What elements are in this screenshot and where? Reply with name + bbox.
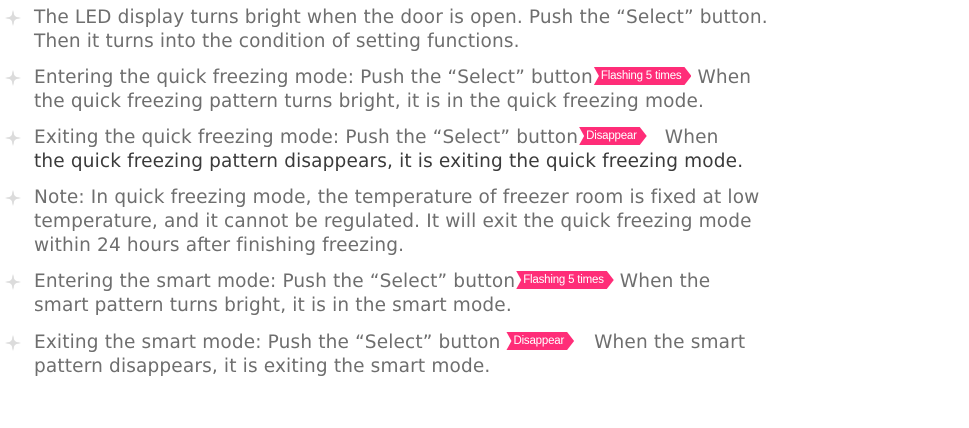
text-line: pattern disappears, it is exiting the sm…	[34, 356, 491, 377]
disappear-arrow-badge: Disappear	[579, 127, 647, 145]
text-line: Entering the quick freezing mode: Push t…	[34, 66, 969, 90]
text-line: the quick freezing pattern turns bright,…	[34, 91, 705, 112]
text-line: Exiting the quick freezing mode: Push th…	[34, 126, 969, 150]
text-before-arrow: Exiting the smart mode: Push the “Select…	[34, 332, 501, 353]
text-line: the quick freezing pattern disappears, i…	[34, 151, 744, 172]
instruction-text: Exiting the quick freezing mode: Push th…	[34, 126, 969, 174]
diamond-bullet-icon	[5, 70, 21, 86]
instruction-text: Exiting the smart mode: Push the “Select…	[34, 331, 969, 379]
diamond-bullet-icon	[5, 10, 21, 26]
diamond-bullet-icon	[5, 335, 21, 351]
text-after-arrow: When	[697, 67, 752, 88]
text-after-arrow: When the	[619, 271, 711, 292]
text-line: Then it turns into the condition of sett…	[34, 31, 520, 52]
disappear-arrow-badge: Disappear	[506, 332, 574, 350]
diamond-bullet-icon	[5, 130, 21, 146]
diamond-bullet-icon	[5, 274, 21, 290]
text-line: within 24 hours after finishing freezing…	[34, 235, 405, 256]
instruction-text: Entering the smart mode: Push the “Selec…	[34, 270, 969, 318]
text-before-arrow: Entering the smart mode: Push the “Selec…	[34, 271, 516, 292]
diamond-bullet-icon	[5, 190, 21, 206]
text-line: The LED display turns bright when the do…	[34, 7, 768, 28]
flashing-arrow-badge: Flashing 5 times	[516, 271, 614, 289]
text-line: temperature, and it cannot be regulated.…	[34, 211, 752, 232]
text-after-arrow: When	[664, 127, 719, 148]
text-line: Exiting the smart mode: Push the “Select…	[34, 331, 969, 355]
text-before-arrow: Exiting the quick freezing mode: Push th…	[34, 127, 579, 148]
text-before-arrow: Entering the quick freezing mode: Push t…	[34, 67, 593, 88]
text-line: smart pattern turns bright, it is in the…	[34, 295, 512, 316]
flashing-arrow-badge: Flashing 5 times	[594, 67, 692, 85]
instruction-text: Note: In quick freezing mode, the temper…	[34, 186, 969, 258]
text-after-arrow: When the smart	[594, 332, 746, 353]
text-line: Note: In quick freezing mode, the temper…	[34, 187, 760, 208]
text-line: Entering the smart mode: Push the “Selec…	[34, 270, 969, 294]
instruction-text: The LED display turns bright when the do…	[34, 6, 969, 54]
instruction-text: Entering the quick freezing mode: Push t…	[34, 66, 969, 114]
